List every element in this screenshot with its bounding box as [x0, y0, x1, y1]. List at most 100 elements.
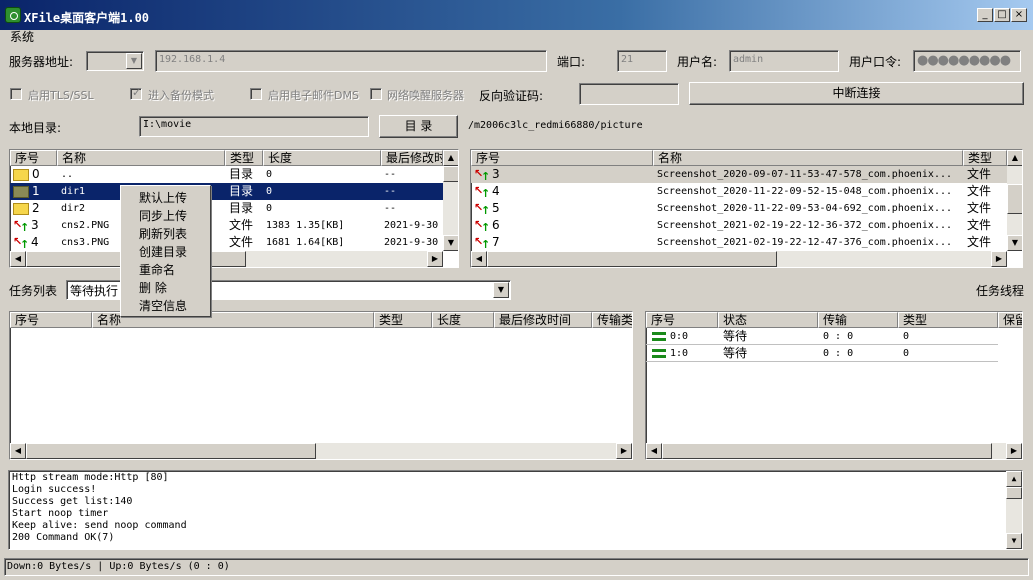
- username-input[interactable]: admin: [729, 50, 839, 72]
- scroll-thumb[interactable]: [1006, 487, 1022, 499]
- username-label: 用户名:: [677, 55, 718, 69]
- close-button[interactable]: ×: [1011, 8, 1027, 22]
- disconnect-button[interactable]: 中断连接: [689, 82, 1024, 105]
- scroll-thumb[interactable]: [487, 251, 777, 267]
- wake-checkbox[interactable]: [370, 88, 382, 100]
- scroll-up-icon[interactable]: ▲: [1006, 471, 1022, 487]
- scroll-thumb[interactable]: [1007, 184, 1022, 214]
- table-row-highlighted[interactable]: 3 Screenshot_2020-09-07-11-53-47-578_com…: [471, 166, 1007, 183]
- menu-item-default-upload[interactable]: 默认上传: [139, 189, 187, 207]
- scroll-thumb[interactable]: [662, 443, 992, 459]
- menu-system[interactable]: 系统: [10, 28, 34, 45]
- chevron-down-icon[interactable]: ▼: [493, 282, 509, 298]
- col-header-modified[interactable]: 最后修改时: [381, 150, 443, 166]
- scroll-left-icon[interactable]: ◀: [10, 443, 26, 459]
- email-checkbox[interactable]: [250, 88, 262, 100]
- table-row[interactable]: 7 Screenshot_2021-02-19-22-12-47-376_com…: [471, 234, 1007, 251]
- col-header-type[interactable]: 类型: [898, 312, 998, 328]
- col-header-index[interactable]: 序号: [646, 312, 718, 328]
- table-row[interactable]: 6 Screenshot_2021-02-19-22-12-36-372_com…: [471, 217, 1007, 234]
- col-header-reserved[interactable]: 保留: [998, 312, 1022, 328]
- menu-item-clear-info[interactable]: 清空信息: [139, 297, 187, 315]
- horizontal-scrollbar[interactable]: ◀ ▶: [646, 443, 1022, 459]
- horizontal-scrollbar[interactable]: ◀ ▶: [10, 251, 443, 267]
- log-output[interactable]: Http stream mode:Http [80] Login success…: [8, 470, 1023, 550]
- scroll-right-icon[interactable]: ▶: [427, 251, 443, 267]
- thread-status-icon: [652, 331, 666, 341]
- table-row[interactable]: 0 .. 目录 0 --: [10, 166, 443, 183]
- scroll-left-icon[interactable]: ◀: [471, 251, 487, 267]
- col-header-type[interactable]: 类型: [963, 150, 1007, 166]
- scroll-down-icon[interactable]: ▼: [1006, 533, 1022, 549]
- vertical-scrollbar[interactable]: ▲ ▼: [1006, 471, 1022, 549]
- col-header-modified[interactable]: 最后修改时间: [494, 312, 592, 328]
- table-row-selected[interactable]: 1 dir1 目录 0 --: [10, 183, 443, 200]
- col-header-state[interactable]: 状态: [718, 312, 818, 328]
- server-ip-input[interactable]: 192.168.1.4: [155, 50, 547, 72]
- password-label: 用户口令:: [849, 55, 902, 69]
- scroll-down-icon[interactable]: ▼: [1007, 235, 1022, 251]
- scroll-right-icon[interactable]: ▶: [991, 251, 1007, 267]
- scroll-up-icon[interactable]: ▲: [443, 150, 458, 166]
- horizontal-scrollbar[interactable]: ◀ ▶: [10, 443, 632, 459]
- col-header-length[interactable]: 长度: [432, 312, 494, 328]
- col-header-index[interactable]: 序号: [471, 150, 653, 166]
- minimize-button[interactable]: _: [977, 8, 993, 22]
- port-input[interactable]: 21: [617, 50, 667, 72]
- tls-checkbox[interactable]: [10, 88, 22, 100]
- directory-button[interactable]: 目 录: [379, 115, 458, 138]
- protocol-select[interactable]: ▼: [86, 51, 144, 71]
- table-row[interactable]: 2 dir2 目录 0 --: [10, 200, 443, 217]
- col-header-index[interactable]: 序号: [10, 312, 92, 328]
- task-list[interactable]: 序号 名称 类型 长度 最后修改时间 传输类 ◀ ▶: [9, 311, 633, 460]
- folder-icon: [13, 185, 29, 198]
- log-line: Success get list:140: [12, 496, 133, 507]
- table-row[interactable]: 1:0 等待 0 : 0 0: [646, 345, 998, 362]
- menu-item-rename[interactable]: 重命名: [139, 261, 175, 279]
- menu-item-delete[interactable]: 删 除: [139, 279, 167, 297]
- scroll-right-icon[interactable]: ▶: [1006, 443, 1022, 459]
- chevron-down-icon: ▼: [126, 53, 142, 69]
- menu-item-refresh-list[interactable]: 刷新列表: [139, 225, 187, 243]
- thread-list[interactable]: 序号 状态 传输 类型 保留 0:0 等待 0 : 0 0 1:0 等待 0 :…: [645, 311, 1023, 460]
- scroll-thumb[interactable]: [26, 443, 316, 459]
- title-bar[interactable]: XFile桌面客户端1.00 _ □ ×: [0, 0, 1033, 30]
- scroll-left-icon[interactable]: ◀: [10, 251, 26, 267]
- menu-item-create-dir[interactable]: 创建目录: [139, 243, 187, 261]
- scroll-up-icon[interactable]: ▲: [1007, 150, 1022, 166]
- table-row[interactable]: 5 Screenshot_2020-11-22-09-53-04-692_com…: [471, 200, 1007, 217]
- col-header-type[interactable]: 类型: [225, 150, 263, 166]
- horizontal-scrollbar[interactable]: ◀ ▶: [471, 251, 1007, 267]
- password-input[interactable]: ●●●●●●●●●: [913, 50, 1021, 72]
- col-header-transfer[interactable]: 传输类: [592, 312, 632, 328]
- table-row[interactable]: 0:0 等待 0 : 0 0: [646, 328, 998, 345]
- table-row[interactable]: 3 cns2.PNG 文件 1383 1.35[KB] 2021-9-30: [10, 217, 443, 234]
- col-header-name[interactable]: 名称: [653, 150, 963, 166]
- col-header-type[interactable]: 类型: [374, 312, 432, 328]
- col-header-name[interactable]: 名称: [57, 150, 225, 166]
- scroll-thumb[interactable]: [443, 166, 458, 182]
- upload-file-icon: [474, 234, 490, 251]
- local-file-list[interactable]: 序号 名称 类型 长度 最后修改时 0 .. 目录 0 -- 1 dir1 目录…: [9, 149, 459, 268]
- scroll-right-icon[interactable]: ▶: [616, 443, 632, 459]
- col-header-length[interactable]: 长度: [263, 150, 381, 166]
- remote-file-list[interactable]: 序号 名称 类型 3 Screenshot_2020-09-07-11-53-4…: [470, 149, 1023, 268]
- reverse-code-input[interactable]: [579, 83, 679, 105]
- scroll-down-icon[interactable]: ▼: [443, 235, 458, 251]
- scroll-left-icon[interactable]: ◀: [646, 443, 662, 459]
- upload-file-icon: [474, 200, 490, 217]
- col-header-index[interactable]: 序号: [10, 150, 57, 166]
- menu-item-sync-upload[interactable]: 同步上传: [139, 207, 187, 225]
- vertical-scrollbar[interactable]: ▲ ▼: [1007, 150, 1022, 251]
- thread-status-icon: [652, 348, 666, 358]
- table-row[interactable]: 4 Screenshot_2020-11-22-09-52-15-048_com…: [471, 183, 1007, 200]
- local-dir-input[interactable]: I:\movie: [139, 116, 369, 137]
- maximize-button[interactable]: □: [994, 8, 1010, 22]
- status-bar: Down:0 Bytes/s | Up:0 Bytes/s (0 : 0): [4, 558, 1029, 576]
- table-row[interactable]: 4 cns3.PNG 文件 1681 1.64[KB] 2021-9-30: [10, 234, 443, 251]
- col-header-transfer[interactable]: 传输: [818, 312, 898, 328]
- vertical-scrollbar[interactable]: ▲ ▼: [443, 150, 458, 251]
- task-filter-value: 等待执行: [70, 284, 119, 298]
- backup-checkbox[interactable]: ✓: [130, 86, 142, 100]
- log-line: Start noop timer: [12, 508, 109, 519]
